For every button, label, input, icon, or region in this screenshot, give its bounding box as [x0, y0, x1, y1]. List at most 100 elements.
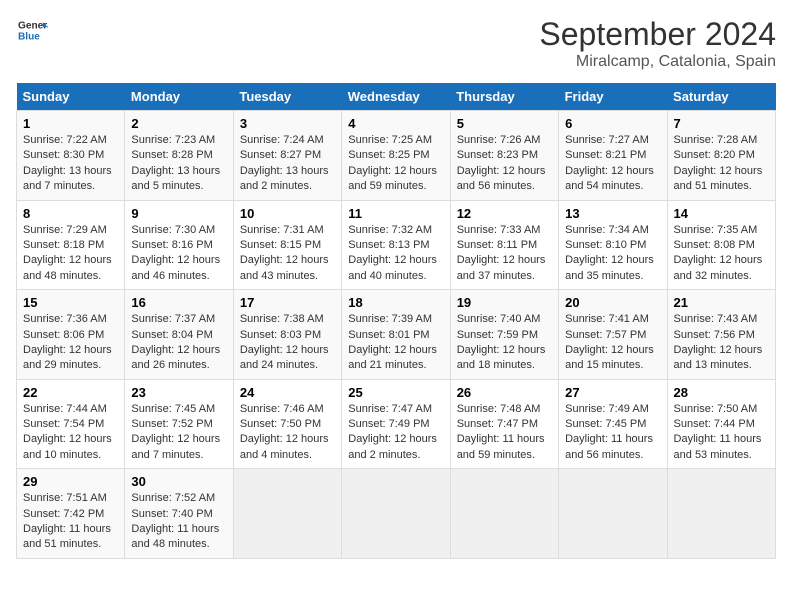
calendar-body: 1 Sunrise: 7:22 AM Sunset: 8:30 PM Daylig…	[17, 111, 776, 559]
day-info: Sunrise: 7:30 AM Sunset: 8:16 PM Dayligh…	[131, 224, 220, 282]
day-info: Sunrise: 7:52 AM Sunset: 7:40 PM Dayligh…	[131, 492, 219, 550]
day-number: 18	[348, 295, 443, 310]
day-info: Sunrise: 7:48 AM Sunset: 7:47 PM Dayligh…	[457, 403, 545, 461]
calendar-cell: 10Sunrise: 7:31 AM Sunset: 8:15 PM Dayli…	[233, 200, 341, 290]
day-number: 25	[348, 385, 443, 400]
calendar-cell: 2Sunrise: 7:23 AM Sunset: 8:28 PM Daylig…	[125, 111, 233, 201]
day-info: Sunrise: 7:38 AM Sunset: 8:03 PM Dayligh…	[240, 313, 329, 371]
calendar-cell: 18 Sunrise: 7:39 AM Sunset: 8:01 PM Dayli…	[342, 290, 450, 380]
calendar-cell: 13 Sunrise: 7:34 AM Sunset: 8:10 PM Dayli…	[559, 200, 667, 290]
calendar-cell: 16Sunrise: 7:37 AM Sunset: 8:04 PM Dayli…	[125, 290, 233, 380]
logo: General Blue	[16, 16, 48, 44]
calendar-cell: 15Sunrise: 7:36 AM Sunset: 8:06 PM Dayli…	[17, 290, 125, 380]
day-info: Sunrise: 7:28 AM Sunset: 8:20 PM Dayligh…	[674, 134, 763, 192]
day-info: Sunrise: 7:51 AM Sunset: 7:42 PM Dayligh…	[23, 492, 111, 550]
calendar-cell: 4 Sunrise: 7:25 AM Sunset: 8:25 PM Daylig…	[342, 111, 450, 201]
day-number: 23	[131, 385, 226, 400]
calendar-cell	[559, 469, 667, 559]
day-info: Sunrise: 7:41 AM Sunset: 7:57 PM Dayligh…	[565, 313, 654, 371]
day-number: 11	[348, 206, 443, 221]
day-number: 20	[565, 295, 660, 310]
calendar-cell	[233, 469, 341, 559]
calendar-cell: 29 Sunrise: 7:51 AM Sunset: 7:42 PM Dayli…	[17, 469, 125, 559]
day-number: 29	[23, 474, 118, 489]
day-number: 5	[457, 116, 552, 131]
calendar-cell	[450, 469, 558, 559]
day-number: 8	[23, 206, 118, 221]
calendar-cell: 6 Sunrise: 7:27 AM Sunset: 8:21 PM Daylig…	[559, 111, 667, 201]
weekday-saturday: Saturday	[667, 83, 775, 111]
day-info: Sunrise: 7:39 AM Sunset: 8:01 PM Dayligh…	[348, 313, 437, 371]
week-row-1: 1 Sunrise: 7:22 AM Sunset: 8:30 PM Daylig…	[17, 111, 776, 201]
day-info: Sunrise: 7:45 AM Sunset: 7:52 PM Dayligh…	[131, 403, 220, 461]
day-number: 1	[23, 116, 118, 131]
day-number: 30	[131, 474, 226, 489]
weekday-wednesday: Wednesday	[342, 83, 450, 111]
day-number: 16	[131, 295, 226, 310]
day-info: Sunrise: 7:44 AM Sunset: 7:54 PM Dayligh…	[23, 403, 112, 461]
day-info: Sunrise: 7:23 AM Sunset: 8:28 PM Dayligh…	[131, 134, 220, 192]
calendar-cell: 7 Sunrise: 7:28 AM Sunset: 8:20 PM Daylig…	[667, 111, 775, 201]
day-info: Sunrise: 7:34 AM Sunset: 8:10 PM Dayligh…	[565, 224, 654, 282]
calendar-cell: 11 Sunrise: 7:32 AM Sunset: 8:13 PM Dayli…	[342, 200, 450, 290]
week-row-5: 29 Sunrise: 7:51 AM Sunset: 7:42 PM Dayli…	[17, 469, 776, 559]
day-info: Sunrise: 7:40 AM Sunset: 7:59 PM Dayligh…	[457, 313, 546, 371]
day-number: 24	[240, 385, 335, 400]
location: Miralcamp, Catalonia, Spain	[539, 53, 776, 71]
calendar-cell: 17 Sunrise: 7:38 AM Sunset: 8:03 PM Dayli…	[233, 290, 341, 380]
weekday-sunday: Sunday	[17, 83, 125, 111]
calendar-cell: 27Sunrise: 7:49 AM Sunset: 7:45 PM Dayli…	[559, 379, 667, 469]
day-info: Sunrise: 7:35 AM Sunset: 8:08 PM Dayligh…	[674, 224, 763, 282]
weekday-tuesday: Tuesday	[233, 83, 341, 111]
weekday-thursday: Thursday	[450, 83, 558, 111]
day-number: 4	[348, 116, 443, 131]
day-info: Sunrise: 7:25 AM Sunset: 8:25 PM Dayligh…	[348, 134, 437, 192]
svg-text:Blue: Blue	[18, 31, 40, 42]
calendar-cell	[342, 469, 450, 559]
calendar-cell: 23 Sunrise: 7:45 AM Sunset: 7:52 PM Dayli…	[125, 379, 233, 469]
day-info: Sunrise: 7:32 AM Sunset: 8:13 PM Dayligh…	[348, 224, 437, 282]
calendar-cell: 8 Sunrise: 7:29 AM Sunset: 8:18 PM Daylig…	[17, 200, 125, 290]
logo-icon: General Blue	[16, 16, 48, 44]
calendar-cell: 20 Sunrise: 7:41 AM Sunset: 7:57 PM Dayli…	[559, 290, 667, 380]
day-info: Sunrise: 7:22 AM Sunset: 8:30 PM Dayligh…	[23, 134, 112, 192]
day-info: Sunrise: 7:33 AM Sunset: 8:11 PM Dayligh…	[457, 224, 546, 282]
calendar-cell: 22Sunrise: 7:44 AM Sunset: 7:54 PM Dayli…	[17, 379, 125, 469]
day-info: Sunrise: 7:49 AM Sunset: 7:45 PM Dayligh…	[565, 403, 653, 461]
weekday-friday: Friday	[559, 83, 667, 111]
day-number: 19	[457, 295, 552, 310]
day-number: 7	[674, 116, 769, 131]
day-number: 17	[240, 295, 335, 310]
day-info: Sunrise: 7:31 AM Sunset: 8:15 PM Dayligh…	[240, 224, 329, 282]
month-title: September 2024	[539, 16, 776, 53]
calendar-cell: 1 Sunrise: 7:22 AM Sunset: 8:30 PM Daylig…	[17, 111, 125, 201]
calendar-cell: 5 Sunrise: 7:26 AM Sunset: 8:23 PM Daylig…	[450, 111, 558, 201]
weekday-monday: Monday	[125, 83, 233, 111]
calendar-cell: 12 Sunrise: 7:33 AM Sunset: 8:11 PM Dayli…	[450, 200, 558, 290]
day-number: 13	[565, 206, 660, 221]
day-number: 15	[23, 295, 118, 310]
day-number: 3	[240, 116, 335, 131]
week-row-4: 22Sunrise: 7:44 AM Sunset: 7:54 PM Dayli…	[17, 379, 776, 469]
week-row-2: 8 Sunrise: 7:29 AM Sunset: 8:18 PM Daylig…	[17, 200, 776, 290]
day-number: 28	[674, 385, 769, 400]
day-info: Sunrise: 7:46 AM Sunset: 7:50 PM Dayligh…	[240, 403, 329, 461]
day-number: 26	[457, 385, 552, 400]
day-number: 12	[457, 206, 552, 221]
day-info: Sunrise: 7:27 AM Sunset: 8:21 PM Dayligh…	[565, 134, 654, 192]
day-number: 6	[565, 116, 660, 131]
day-info: Sunrise: 7:47 AM Sunset: 7:49 PM Dayligh…	[348, 403, 437, 461]
calendar-cell: 28Sunrise: 7:50 AM Sunset: 7:44 PM Dayli…	[667, 379, 775, 469]
calendar-cell: 9 Sunrise: 7:30 AM Sunset: 8:16 PM Daylig…	[125, 200, 233, 290]
day-info: Sunrise: 7:29 AM Sunset: 8:18 PM Dayligh…	[23, 224, 112, 282]
calendar-cell	[667, 469, 775, 559]
day-number: 9	[131, 206, 226, 221]
day-number: 21	[674, 295, 769, 310]
calendar-cell: 21 Sunrise: 7:43 AM Sunset: 7:56 PM Dayli…	[667, 290, 775, 380]
calendar-cell: 26 Sunrise: 7:48 AM Sunset: 7:47 PM Dayli…	[450, 379, 558, 469]
weekday-header-row: SundayMondayTuesdayWednesdayThursdayFrid…	[17, 83, 776, 111]
day-info: Sunrise: 7:24 AM Sunset: 8:27 PM Dayligh…	[240, 134, 329, 192]
day-info: Sunrise: 7:43 AM Sunset: 7:56 PM Dayligh…	[674, 313, 763, 371]
calendar-cell: 30 Sunrise: 7:52 AM Sunset: 7:40 PM Dayli…	[125, 469, 233, 559]
day-info: Sunrise: 7:26 AM Sunset: 8:23 PM Dayligh…	[457, 134, 546, 192]
